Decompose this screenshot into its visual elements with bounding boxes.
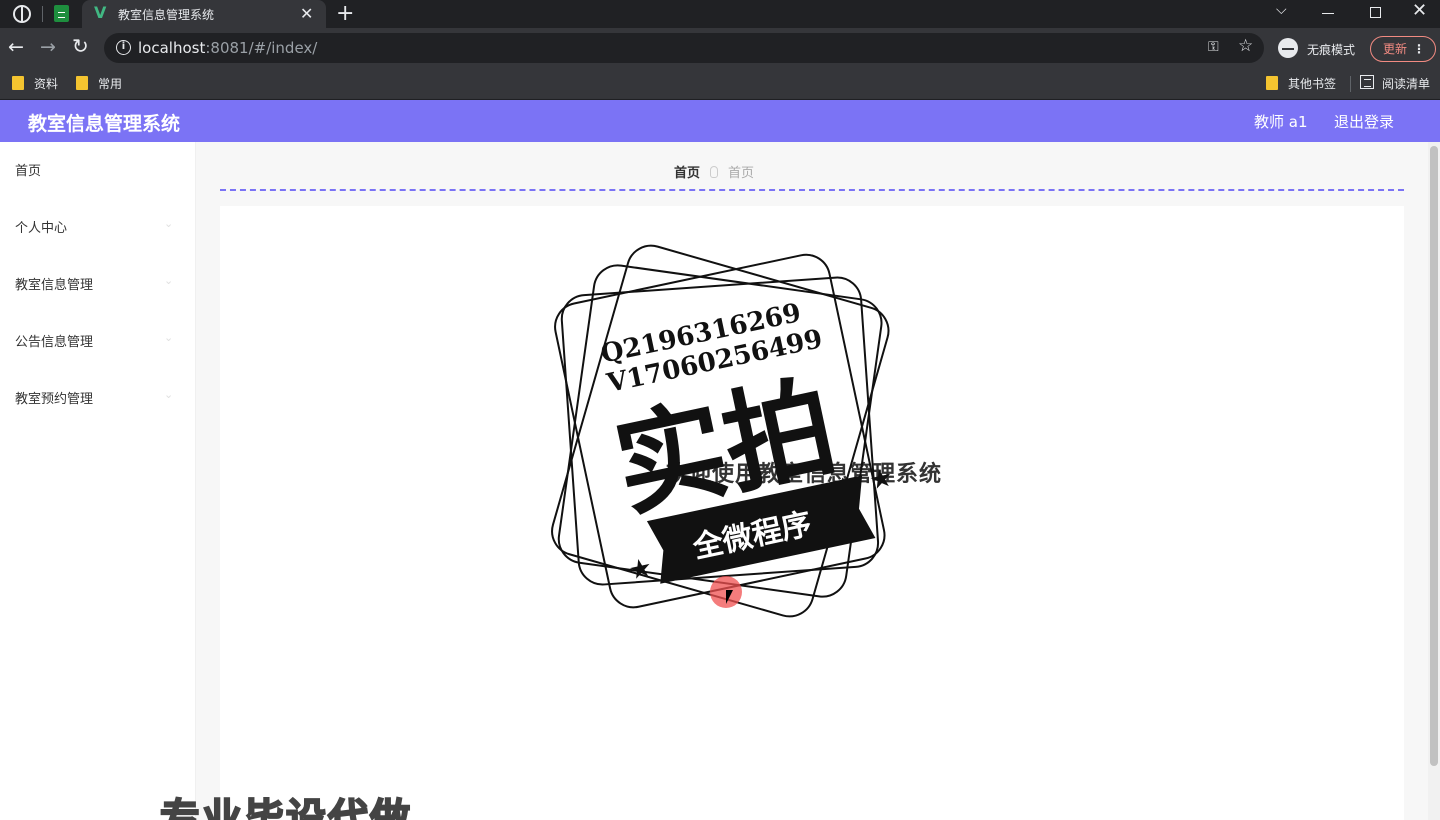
bottom-watermark-text: 专业毕设代做: [159, 795, 412, 820]
current-user[interactable]: 教师 a1: [1254, 111, 1308, 132]
scrollbar-thumb[interactable]: [1430, 146, 1438, 766]
minimize-icon[interactable]: [1322, 13, 1334, 14]
update-button[interactable]: 更新 ⋮: [1370, 36, 1436, 62]
sheet-tab-icon[interactable]: [54, 5, 69, 22]
window-close-icon[interactable]: ✕: [1412, 0, 1427, 21]
sidebar-item-label: 公告信息管理: [15, 335, 94, 350]
sidebar-item-home[interactable]: 首页: [0, 142, 196, 198]
sidebar-item-label: 教室预约管理: [15, 392, 94, 407]
reload-icon[interactable]: ↻: [72, 34, 89, 58]
globe-icon[interactable]: [13, 5, 31, 23]
chevron-down-icon: ⌄: [164, 331, 174, 344]
breadcrumb-current: 首页: [728, 166, 755, 181]
url-text: localhost:8081/#/index/: [138, 39, 317, 57]
back-icon[interactable]: ←: [8, 36, 24, 58]
browser-tab-bar: V 教室信息管理系统 ✕ + ⌵ ✕: [0, 0, 1440, 28]
sidebar: 首页 个人中心 ⌄ 教室信息管理 ⌄ 公告信息管理 ⌄ 教室预约管理 ⌄: [0, 142, 196, 820]
page-scrollbar[interactable]: [1428, 142, 1440, 820]
star-icon[interactable]: ☆: [1238, 36, 1253, 56]
sidebar-item-classroom[interactable]: 教室信息管理 ⌄: [0, 256, 196, 312]
breadcrumb-home[interactable]: 首页: [674, 166, 700, 181]
breadcrumb-divider: [220, 189, 1404, 191]
app-header: 教室信息管理系统 教师 a1 退出登录: [0, 100, 1440, 142]
url-host: localhost: [138, 39, 206, 57]
address-bar-row: ← → ↻ i localhost:8081/#/index/ ⚿ ☆: [0, 28, 1440, 68]
incognito-icon[interactable]: [1278, 38, 1298, 58]
other-bookmarks[interactable]: 其他书签: [1266, 75, 1336, 92]
vue-icon: V: [94, 3, 107, 22]
chevron-down-icon[interactable]: ⌵: [1276, 2, 1287, 18]
update-label: 更新: [1383, 42, 1408, 56]
tab-title: 教室信息管理系统: [118, 8, 215, 22]
incognito-label[interactable]: 无痕模式: [1307, 41, 1355, 58]
content-card: 欢迎使用教室信息管理系统: [220, 206, 1404, 820]
forward-icon[interactable]: →: [40, 36, 56, 58]
url-path: :8081/#/index/: [205, 39, 318, 57]
url-input[interactable]: i localhost:8081/#/index/ ⚿ ☆: [104, 33, 1264, 63]
breadcrumb: 首页 首页: [674, 162, 754, 181]
sidebar-item-profile[interactable]: 个人中心 ⌄: [0, 199, 196, 255]
chevron-down-icon: ⌄: [164, 388, 174, 401]
bookmarks-bar: 资料 常用 其他书签 阅读清单: [0, 68, 1440, 100]
breadcrumb-separator-icon: [710, 166, 719, 178]
bookmark-folder-1[interactable]: 资料: [12, 75, 58, 92]
tab-separator: [42, 6, 43, 22]
key-icon[interactable]: ⚿: [1208, 39, 1219, 55]
logout-link[interactable]: 退出登录: [1334, 111, 1394, 132]
new-tab-icon[interactable]: +: [336, 1, 354, 26]
sidebar-item-label: 个人中心: [15, 221, 68, 236]
bookmark-folder-2[interactable]: 常用: [76, 75, 122, 92]
sidebar-item-label: 首页: [15, 164, 42, 179]
sidebar-item-booking[interactable]: 教室预约管理 ⌄: [0, 370, 196, 426]
bookmarks-divider: [1350, 76, 1351, 92]
chevron-down-icon: ⌄: [164, 274, 174, 287]
sidebar-item-notice[interactable]: 公告信息管理 ⌄: [0, 313, 196, 369]
active-tab[interactable]: V 教室信息管理系统 ✕: [82, 0, 326, 28]
app-title: 教室信息管理系统: [28, 113, 181, 135]
reading-list-icon: [1360, 75, 1374, 89]
chevron-down-icon: ⌄: [164, 217, 174, 230]
restore-icon[interactable]: [1370, 7, 1381, 18]
sidebar-item-label: 教室信息管理: [15, 278, 94, 293]
mouse-cursor-icon: [726, 590, 733, 604]
reading-list[interactable]: 阅读清单: [1382, 75, 1430, 92]
main-content: 首页 首页 欢迎使用教室信息管理系统: [196, 142, 1428, 820]
info-icon[interactable]: i: [116, 40, 131, 55]
close-tab-icon[interactable]: ✕: [300, 4, 313, 23]
welcome-text: 欢迎使用教室信息管理系统: [666, 462, 943, 487]
more-icon[interactable]: ⋮: [1413, 37, 1425, 61]
